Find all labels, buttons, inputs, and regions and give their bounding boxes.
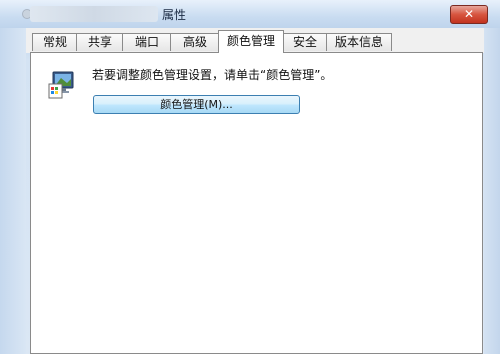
tab-strip: 常规 共享 端口 高级 颜色管理 安全 版本信息 [26,28,484,53]
tab-color-management[interactable]: 颜色管理 [218,30,284,53]
tab-ports[interactable]: 端口 [122,33,172,51]
tab-security[interactable]: 安全 [282,33,328,51]
color-management-button[interactable]: 颜色管理(M)... [93,95,300,114]
window-frame-left [0,28,26,354]
close-button[interactable]: ✕ [450,5,488,24]
title-bar[interactable]: 属性 ✕ [0,0,500,28]
color-management-icon [48,71,74,99]
color-management-info-text: 若要调整颜色管理设置，请单击“颜色管理”。 [92,68,333,82]
window-title: 属性 [162,8,187,22]
properties-window: 属性 ✕ 常规 共享 端口 高级 颜色管理 安全 版本信息 若要调整颜色管理设置… [0,0,500,354]
blurred-device-name [30,6,158,22]
tab-sharing[interactable]: 共享 [76,33,124,51]
tab-advanced[interactable]: 高级 [170,33,220,51]
tab-version-info[interactable]: 版本信息 [326,33,392,51]
tab-general[interactable]: 常规 [32,33,78,51]
window-frame-right [484,28,500,354]
